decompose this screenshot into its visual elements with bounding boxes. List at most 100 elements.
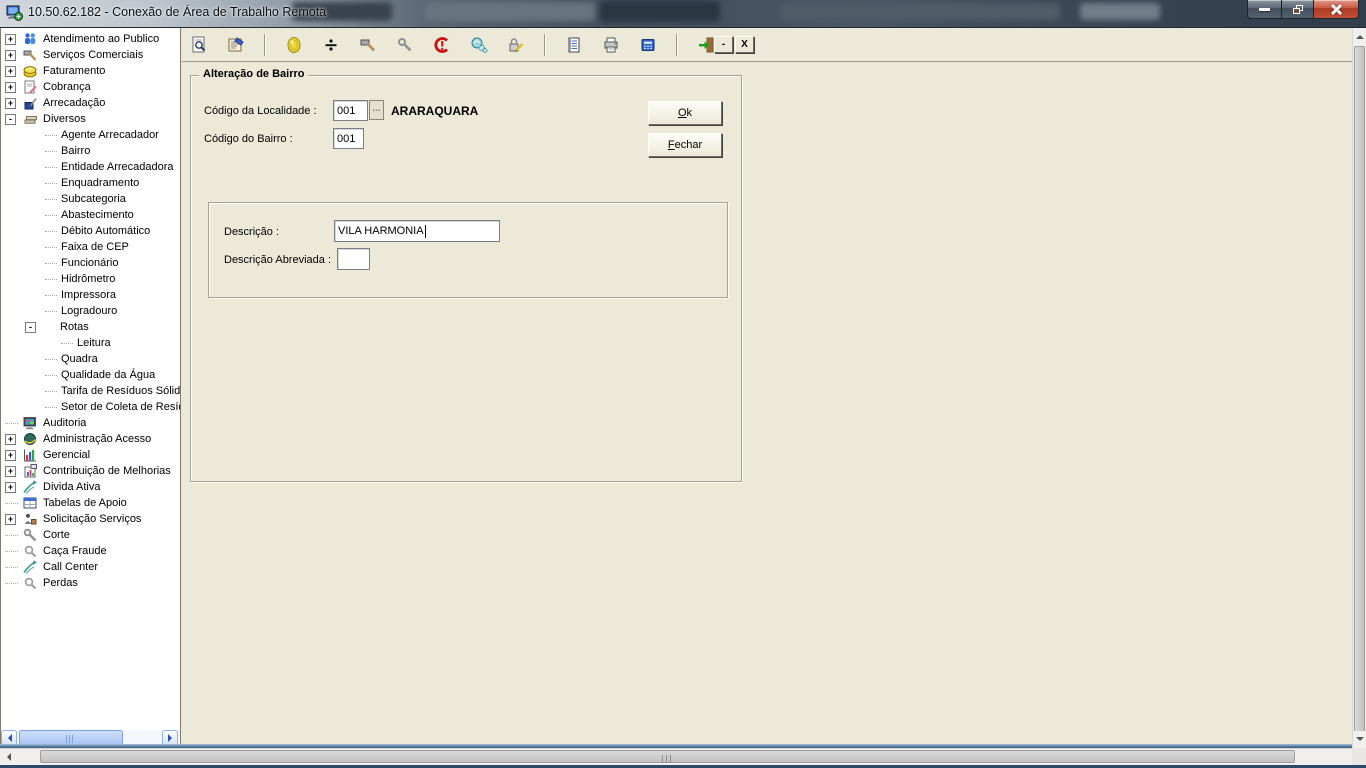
tree-item[interactable]: +Atendimento ao Publico (1, 31, 180, 47)
expand-icon[interactable]: + (5, 98, 16, 109)
tree-item[interactable]: Tarifa de Resíduos Sólid (1, 383, 180, 399)
mdi-minimize-button[interactable]: - (714, 36, 733, 53)
lock-edit-icon[interactable] (507, 36, 525, 54)
tree-item[interactable]: Hidrômetro (1, 271, 180, 287)
background-tab-blob (1080, 3, 1160, 20)
tree-item[interactable]: +Solicitação Serviços (1, 511, 180, 527)
tree-item-label: Qualidade da Água (61, 369, 155, 381)
expand-icon[interactable]: + (5, 482, 16, 493)
exit-icon[interactable] (697, 36, 715, 54)
expand-icon[interactable]: + (5, 434, 16, 445)
tree-item[interactable]: Abastecimento (1, 207, 180, 223)
tree-item[interactable]: Impressora (1, 287, 180, 303)
close-button[interactable] (1314, 0, 1359, 19)
collapse-icon[interactable]: - (5, 114, 16, 125)
tree-item[interactable]: Logradouro (1, 303, 180, 319)
tree-item-label: Faturamento (43, 65, 105, 77)
window-title: 10.50.62.182 - Conexão de Área de Trabal… (28, 5, 326, 19)
minimize-icon (1259, 8, 1270, 11)
tree-item[interactable]: Entidade Arrecadadora (1, 159, 180, 175)
tree-item-label: Cobrança (43, 81, 91, 93)
tree-connector (5, 567, 18, 568)
tree-item[interactable]: Setor de Coleta de Resíd (1, 399, 180, 415)
notes-icon[interactable] (565, 36, 583, 54)
tree-connector (5, 535, 18, 536)
tree-item[interactable]: Débito Automático (1, 223, 180, 239)
tree-item-label: Caça Fraude (43, 545, 107, 557)
tree-item[interactable]: Tabelas de Apoio (1, 495, 180, 511)
close-icon (1331, 4, 1342, 15)
collapse-icon[interactable]: - (25, 322, 36, 333)
rdp-scroll-left-button[interactable] (0, 749, 17, 765)
expand-icon[interactable]: + (5, 450, 16, 461)
expand-icon[interactable]: + (5, 514, 16, 525)
tree-item[interactable]: +Administração Acesso (1, 431, 180, 447)
localidade-name: ARARAQUARA (391, 104, 478, 118)
wrench-icon[interactable] (396, 36, 414, 54)
descricao-abreviada-input[interactable] (337, 248, 370, 270)
tree-item[interactable]: Quadra (1, 351, 180, 367)
tree-item[interactable]: Bairro (1, 143, 180, 159)
money-icon (22, 63, 38, 79)
tree-connector (45, 167, 57, 168)
tree-connector (45, 359, 57, 360)
rdp-scroll-up-button[interactable] (1353, 28, 1366, 45)
tree-item[interactable]: Qualidade da Água (1, 367, 180, 383)
descricao-input[interactable]: VILA HARMONIA (334, 220, 500, 242)
tree-item[interactable]: +Gerencial (1, 447, 180, 463)
coin-icon[interactable] (285, 36, 303, 54)
descricao-label: Descrição : (224, 226, 279, 238)
rdp-vscrollbar-thumb[interactable] (1354, 46, 1365, 746)
tree-item-label: Leitura (77, 337, 111, 349)
tree-item[interactable]: Caça Fraude (1, 543, 180, 559)
tree-item[interactable]: Agente Arrecadador (1, 127, 180, 143)
tree-item[interactable]: Auditoria (1, 415, 180, 431)
properties-icon[interactable] (227, 36, 245, 54)
tree-item-label: Divida Ativa (43, 481, 100, 493)
arrow-right-icon (168, 734, 176, 742)
tree-item-label: Quadra (61, 353, 98, 365)
divide-icon[interactable] (322, 36, 340, 54)
tree-connector (45, 407, 57, 408)
expand-icon[interactable]: + (5, 34, 16, 45)
expand-icon[interactable]: + (5, 66, 16, 77)
fechar-button[interactable]: Fechar (648, 133, 722, 157)
hammer-icon[interactable] (359, 36, 377, 54)
bairro-input[interactable] (333, 128, 364, 149)
print-icon[interactable] (602, 36, 620, 54)
rdp-scroll-down-button[interactable] (1353, 731, 1366, 748)
tree-item[interactable]: +Arrecadação (1, 95, 180, 111)
expand-icon[interactable]: + (5, 50, 16, 61)
minimize-button[interactable] (1247, 0, 1281, 19)
tree-item[interactable]: + Faturamento (1, 63, 180, 79)
tree-item-label: Setor de Coleta de Resíd (61, 401, 180, 413)
tree-item[interactable]: -Rotas (1, 319, 180, 335)
localidade-browse-button[interactable]: ... (369, 100, 384, 120)
localidade-input[interactable] (333, 100, 368, 121)
expand-icon[interactable]: + (5, 82, 16, 93)
tree-item[interactable]: Funcionário (1, 255, 180, 271)
arrow-left-icon (4, 734, 12, 742)
tree-item[interactable]: Perdas (1, 575, 180, 591)
tree-item-label: Auditoria (43, 417, 86, 429)
tree-item[interactable]: Corte (1, 527, 180, 543)
tree-item[interactable]: -Diversos (1, 111, 180, 127)
gears-icon[interactable] (470, 36, 488, 54)
preview-icon[interactable] (190, 36, 208, 54)
calculator-icon[interactable] (639, 36, 657, 54)
rdp-hscrollbar-thumb[interactable] (40, 750, 1295, 763)
tree-item[interactable]: +Contribuição de Melhorias (1, 463, 180, 479)
tree-item[interactable]: Leitura (1, 335, 180, 351)
tree-item[interactable]: +Serviços Comerciais (1, 47, 180, 63)
tree-item[interactable]: Faixa de CEP (1, 239, 180, 255)
tree-item[interactable]: Subcategoria (1, 191, 180, 207)
tree-item[interactable]: + Divida Ativa (1, 479, 180, 495)
alert-icon[interactable] (433, 36, 451, 54)
expand-icon[interactable]: + (5, 466, 16, 477)
tree-item[interactable]: Enquadramento (1, 175, 180, 191)
ok-button[interactable]: Ok (648, 101, 722, 125)
restore-button[interactable] (1281, 0, 1314, 19)
tree-item[interactable]: Call Center (1, 559, 180, 575)
mdi-close-button[interactable]: X (735, 36, 754, 53)
tree-item[interactable]: + Cobrança (1, 79, 180, 95)
